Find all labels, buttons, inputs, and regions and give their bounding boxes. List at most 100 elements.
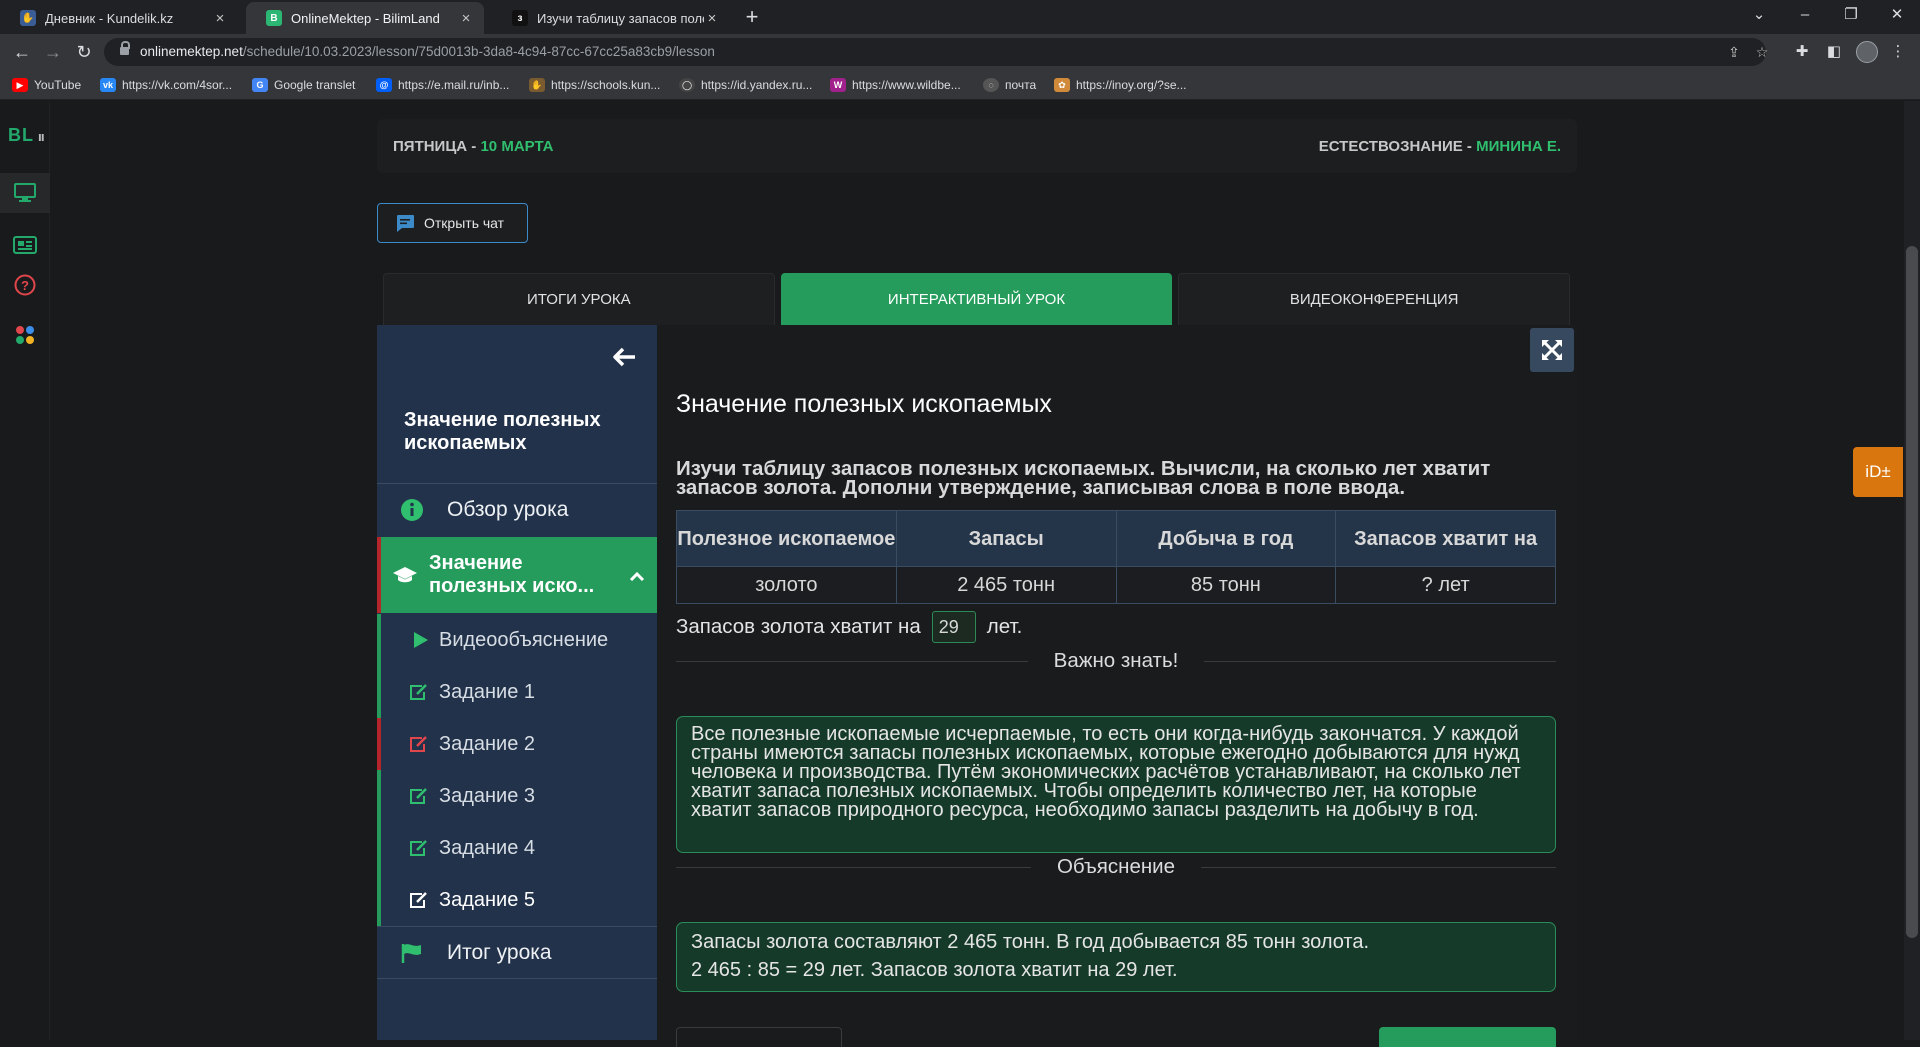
- answer-suffix: лет.: [986, 615, 1023, 638]
- browser-tab-lesson[interactable]: з Изучи таблицу запасов полезн ×: [492, 2, 730, 34]
- tab-title: OnlineMektep - BilimLand: [291, 10, 440, 26]
- new-tab-button[interactable]: +: [738, 4, 766, 32]
- bookmark-mail-folder[interactable]: ◌ почта: [983, 75, 1036, 95]
- browser-tab-kundelik[interactable]: ✋ Дневник - Kundelik.kz ×: [0, 2, 238, 34]
- share-icon[interactable]: ⇪: [1724, 42, 1744, 62]
- lesson-subject: ЕСТЕСТВОЗНАНИЕ - МИНИНА Е.: [1318, 137, 1561, 155]
- close-icon[interactable]: ×: [458, 10, 474, 27]
- sidebar-lesson-title: Значение полезных ископаемых: [404, 409, 601, 454]
- profile-avatar[interactable]: [1856, 41, 1878, 63]
- bookmark-vk[interactable]: vk https://vk.com/4sor...: [100, 75, 232, 95]
- close-icon[interactable]: ×: [704, 10, 720, 27]
- tab-title: Дневник - Kundelik.kz: [45, 10, 174, 26]
- monitor-icon[interactable]: [0, 173, 50, 213]
- edit-square-icon: [381, 735, 439, 753]
- address-bar[interactable]: onlinemektep.net/schedule/10.03.2023/les…: [104, 38, 1768, 66]
- sidebar-item-label: Задание 1: [439, 680, 536, 703]
- bookmark-wildberries[interactable]: Whttps://www.wildbe...: [830, 75, 961, 95]
- sidebar-item-task-2[interactable]: Задание 2: [377, 718, 657, 770]
- table-cell: 85 тонн: [1115, 566, 1337, 604]
- table-header: Запасы: [895, 510, 1117, 567]
- sidebar-item-task-5[interactable]: Задание 5: [377, 874, 657, 926]
- translate-icon: G: [252, 78, 268, 92]
- table-header: Запасов хватит на: [1335, 510, 1556, 567]
- task-instruction: Изучи таблицу запасов полезных ископаемы…: [676, 457, 1491, 499]
- lesson-content: Значение полезных ископаемых Изучи табли…: [657, 325, 1577, 1047]
- scrollbar-thumb[interactable]: [1906, 246, 1918, 938]
- back-arrow-icon[interactable]: [613, 347, 639, 367]
- chevron-up-icon[interactable]: [617, 564, 657, 587]
- tab-video-conference[interactable]: ВИДЕОКОНФЕРЕНЦИЯ: [1178, 273, 1571, 326]
- schools-icon: ✋: [529, 78, 545, 92]
- url-text: onlinemektep.net/schedule/10.03.2023/les…: [140, 44, 715, 59]
- explanation-note: Запасы золота составляют 2 465 тонн. В г…: [676, 922, 1556, 992]
- svg-text:?: ?: [21, 278, 29, 293]
- answer-sentence: Запасов золота хватит на лет.: [676, 611, 1022, 643]
- flag-icon: [377, 942, 447, 964]
- answer-input[interactable]: [931, 611, 976, 643]
- fullscreen-expand-icon[interactable]: [1530, 328, 1574, 372]
- tab-interactive-lesson[interactable]: ИНТЕРАКТИВНЫЙ УРОК: [780, 273, 1173, 326]
- explanation-line: Запасы золота составляют 2 465 тонн. В г…: [691, 931, 1370, 953]
- bookmark-youtube[interactable]: ▶ YouTube: [12, 75, 81, 95]
- lock-icon: [120, 41, 130, 57]
- table-row: золото 2 465 тонн 85 тонн ? лет: [676, 566, 1556, 604]
- browser-toolbar: ← → ↻ onlinemektep.net/schedule/10.03.20…: [0, 34, 1920, 70]
- table-cell: золото: [676, 566, 897, 604]
- sidebar-item-summary[interactable]: Итог урока: [377, 926, 657, 979]
- reload-icon[interactable]: ↻: [72, 40, 96, 64]
- back-arrow-icon[interactable]: ←: [10, 40, 34, 64]
- tab-lesson-results[interactable]: ИТОГИ УРОКА: [383, 273, 775, 326]
- help-question-icon[interactable]: ?: [0, 265, 50, 305]
- star-icon[interactable]: ☆: [1752, 42, 1772, 62]
- bookmark-yandex[interactable]: ◯ https://id.yandex.ru...: [679, 75, 812, 95]
- open-chat-button[interactable]: Открыть чат: [377, 203, 528, 243]
- bilimland-icon: B: [266, 10, 282, 26]
- news-card-icon[interactable]: [0, 225, 50, 265]
- bookmark-schools[interactable]: ✋ https://schools.kun...: [529, 75, 660, 95]
- sidebar-item-label: Задание 3: [439, 784, 536, 807]
- sidebar-item-label: Задание 5: [439, 888, 536, 911]
- vk-icon: vk: [100, 78, 116, 92]
- sidebar-item-label: Значение полезных иско...: [429, 552, 595, 597]
- answer-prefix: Запасов золота хватит на: [676, 615, 921, 638]
- bilimland-logo: BL Ⅱ: [8, 125, 46, 145]
- side-panel-icon[interactable]: ◧: [1824, 42, 1844, 62]
- menu-kebab-icon[interactable]: ⋮: [1888, 42, 1908, 62]
- accessibility-widget-button[interactable]: iD±: [1853, 447, 1903, 497]
- sidebar-item-task-4[interactable]: Задание 4: [377, 822, 657, 874]
- lesson-date: ПЯТНИЦА - 10 МАРТА: [393, 137, 554, 155]
- globe-icon: ◌: [983, 78, 999, 92]
- forward-arrow-icon[interactable]: →: [41, 40, 65, 64]
- tab-page-icon: з: [512, 10, 528, 26]
- open-chat-label: Открыть чат: [424, 215, 505, 231]
- close-window-button[interactable]: ✕: [1874, 0, 1920, 30]
- next-button[interactable]: [1379, 1027, 1556, 1047]
- previous-button[interactable]: [676, 1027, 842, 1047]
- lesson-title: Значение полезных ископаемых: [676, 390, 1052, 418]
- bookmark-google-translate[interactable]: G Google translet: [252, 75, 355, 95]
- apps-dots-icon[interactable]: [0, 315, 50, 355]
- sidebar-item-label: Итог урока: [447, 940, 552, 964]
- close-icon[interactable]: ×: [212, 10, 228, 27]
- wildberries-icon: W: [830, 78, 846, 92]
- extensions-icon[interactable]: ✚: [1792, 42, 1812, 62]
- table-header: Добыча в год: [1115, 510, 1337, 567]
- bookmark-inoy[interactable]: ✿ https://inoy.org/?se...: [1054, 75, 1187, 95]
- sidebar-item-task-3[interactable]: Задание 3: [377, 770, 657, 822]
- sidebar-item-overview[interactable]: Обзор урока: [377, 483, 657, 536]
- tab-search-chevron-icon[interactable]: ⌄: [1736, 0, 1782, 30]
- browser-tab-bilimland[interactable]: B OnlineMektep - BilimLand ×: [246, 2, 484, 34]
- youtube-icon: ▶: [12, 78, 28, 92]
- restore-button[interactable]: ❐: [1828, 0, 1874, 30]
- sidebar-item-active-section[interactable]: Значение полезных иско...: [377, 537, 657, 613]
- sidebar-item-task-1[interactable]: Задание 1: [377, 666, 657, 718]
- bookmark-mail[interactable]: @ https://e.mail.ru/inb...: [376, 75, 509, 95]
- bookmarks-bar: ▶ YouTube vk https://vk.com/4sor... G Googl…: [0, 70, 1920, 100]
- yandex-id-icon: ◯: [679, 78, 695, 92]
- graduation-cap-icon: [381, 565, 429, 585]
- important-heading: Важно знать!: [676, 649, 1556, 673]
- sidebar-item-video[interactable]: Видеообъяснение: [377, 614, 657, 666]
- edit-square-icon: [381, 683, 439, 701]
- minimize-button[interactable]: –: [1782, 0, 1828, 30]
